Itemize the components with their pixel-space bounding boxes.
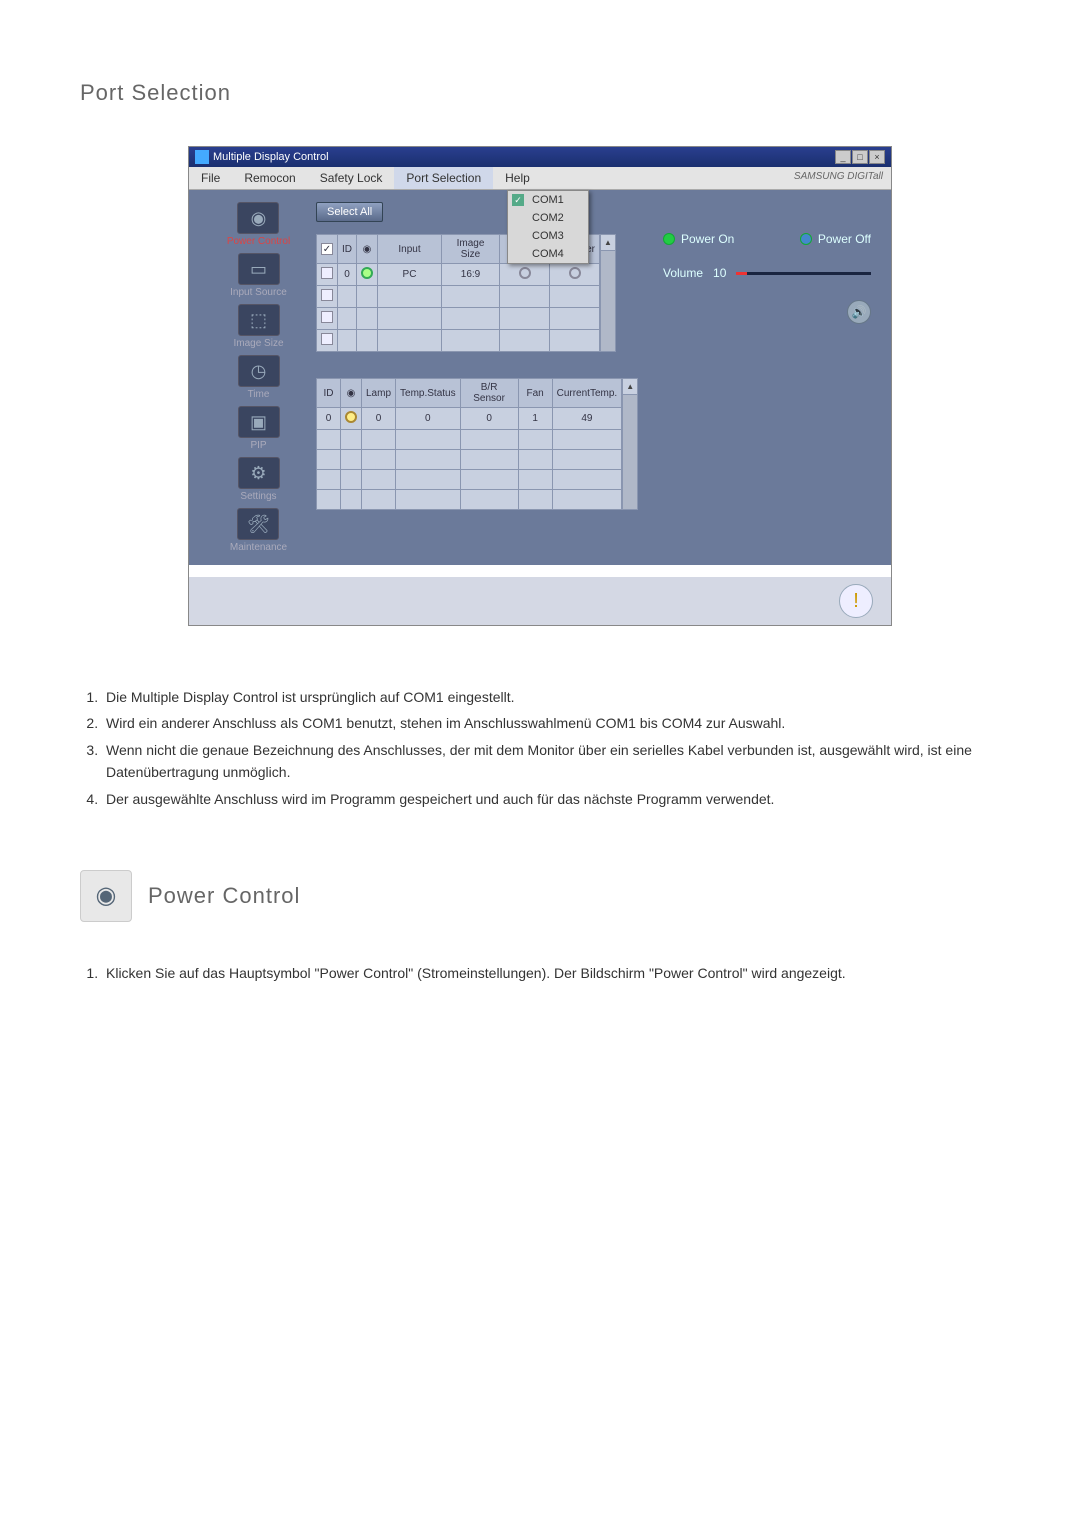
wrench-icon: 🛠	[237, 508, 279, 540]
col-check: ✓	[317, 235, 338, 264]
table-row[interactable]: 0 0 0 0 1 49	[317, 408, 622, 430]
power-on-button[interactable]: Power On	[663, 232, 734, 246]
scrollbar[interactable]: ▲	[622, 378, 638, 510]
size-icon: ⬚	[238, 304, 280, 336]
power-off-button[interactable]: Power Off	[800, 232, 871, 246]
port-option-com2[interactable]: COM2	[508, 209, 588, 227]
app-icon	[195, 150, 209, 164]
sidebar: ◉Power Control ▭Input Source ⬚Image Size…	[201, 202, 316, 553]
notes-list-1: Die Multiple Display Control ist ursprün…	[102, 686, 1000, 810]
timer-circle-icon	[569, 267, 581, 279]
power-icon: ◉	[237, 202, 279, 234]
led-icon	[800, 233, 812, 245]
sidebar-item-pip[interactable]: ▣PIP	[238, 406, 280, 451]
window-titlebar: Multiple Display Control _ □ ×	[189, 147, 891, 167]
row-checkbox[interactable]	[321, 267, 333, 279]
table-row[interactable]	[317, 450, 622, 470]
port-option-com4[interactable]: COM4	[508, 245, 588, 263]
list-item: Wenn nicht die genaue Bezeichnung des An…	[102, 739, 1000, 784]
sidebar-item-power-control[interactable]: ◉Power Control	[227, 202, 290, 247]
col-temp-status: Temp.Status	[396, 379, 461, 408]
table-row[interactable]	[317, 490, 622, 510]
minimize-button[interactable]: _	[835, 150, 851, 164]
status-bar: !	[189, 577, 891, 625]
menu-file[interactable]: File	[189, 167, 232, 189]
sidebar-item-settings[interactable]: ⚙Settings	[238, 457, 280, 502]
col-status: ◉	[341, 379, 362, 408]
table-row[interactable]	[317, 430, 622, 450]
brand-label: SAMSUNG DIGITall	[786, 167, 891, 189]
col-br-sensor: B/R Sensor	[460, 379, 518, 408]
speaker-icon[interactable]: 🔊	[847, 300, 871, 324]
sidebar-item-input-source[interactable]: ▭Input Source	[230, 253, 287, 298]
col-fan: Fan	[518, 379, 552, 408]
port-dropdown: ✓COM1 COM2 COM3 COM4	[507, 190, 589, 264]
warning-icon: !	[839, 584, 873, 618]
col-id: ID	[338, 235, 357, 264]
sidebar-item-time[interactable]: ◷Time	[238, 355, 280, 400]
table-row[interactable]	[317, 470, 622, 490]
section-title: Port Selection	[80, 80, 1000, 106]
notes-list-2: Klicken Sie auf das Hauptsymbol "Power C…	[102, 962, 1000, 984]
port-option-com3[interactable]: COM3	[508, 227, 588, 245]
volume-value: 10	[713, 266, 726, 280]
col-id: ID	[317, 379, 341, 408]
status-circle-icon	[361, 267, 373, 279]
col-current-temp: CurrentTemp.	[552, 379, 622, 408]
col-lamp: Lamp	[362, 379, 396, 408]
check-icon: ✓	[512, 194, 524, 206]
clock-icon: ◷	[238, 355, 280, 387]
table-row[interactable]	[317, 286, 600, 308]
table-row[interactable]	[317, 308, 600, 330]
select-all-button[interactable]: Select All	[316, 202, 383, 222]
sidebar-item-image-size[interactable]: ⬚Image Size	[233, 304, 283, 349]
menu-port-selection[interactable]: Port Selection	[394, 167, 493, 189]
sidebar-item-maintenance[interactable]: 🛠Maintenance	[230, 508, 287, 553]
status-circle-icon	[345, 411, 357, 423]
close-button[interactable]: ×	[869, 150, 885, 164]
section-title: Power Control	[148, 883, 300, 909]
list-item: Der ausgewählte Anschluss wird im Progra…	[102, 788, 1000, 810]
scrollbar[interactable]: ▲	[600, 234, 616, 352]
led-icon	[663, 233, 675, 245]
window-title: Multiple Display Control	[213, 151, 329, 163]
volume-label: Volume	[663, 266, 703, 280]
col-input: Input	[378, 235, 442, 264]
gear-icon: ⚙	[238, 457, 280, 489]
maximize-button[interactable]: □	[852, 150, 868, 164]
menu-remocon[interactable]: Remocon	[232, 167, 307, 189]
list-item: Die Multiple Display Control ist ursprün…	[102, 686, 1000, 708]
col-status: ◉	[357, 235, 378, 264]
list-item: Klicken Sie auf das Hauptsymbol "Power C…	[102, 962, 1000, 984]
table-row[interactable]	[317, 330, 600, 352]
menu-help[interactable]: Help	[493, 167, 542, 189]
table-row[interactable]: 0 PC 16:9	[317, 264, 600, 286]
timer-circle-icon	[519, 267, 531, 279]
sensor-table: ID ◉ Lamp Temp.Status B/R Sensor Fan Cur…	[316, 378, 622, 510]
app-screenshot: Multiple Display Control _ □ × File Remo…	[188, 146, 892, 626]
list-item: Wird ein anderer Anschluss als COM1 benu…	[102, 712, 1000, 734]
input-icon: ▭	[238, 253, 280, 285]
volume-slider[interactable]	[736, 272, 871, 275]
col-image-size: Image Size	[442, 235, 500, 264]
menu-bar: File Remocon Safety Lock Port Selection …	[189, 167, 891, 190]
menu-safety-lock[interactable]: Safety Lock	[308, 167, 395, 189]
power-control-icon: ◉	[80, 870, 132, 922]
pip-icon: ▣	[238, 406, 280, 438]
port-option-com1[interactable]: ✓COM1	[508, 191, 588, 209]
